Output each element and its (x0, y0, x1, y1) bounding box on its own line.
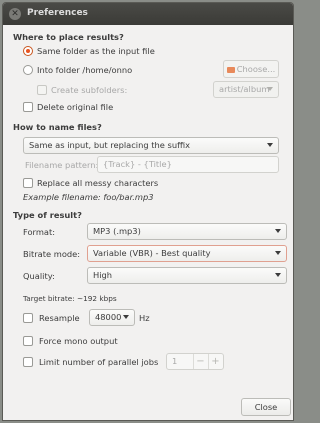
folder-icon (226, 67, 235, 73)
window-title: Preferences (27, 8, 88, 18)
limit-jobs-label: Limit number of parallel jobs (39, 357, 159, 367)
delete-original-label: Delete original file (37, 102, 114, 112)
resample-checkbox[interactable] (23, 313, 33, 323)
quality-select[interactable]: High (87, 267, 287, 284)
force-mono-label: Force mono output (39, 336, 118, 346)
limit-jobs-checkbox[interactable] (23, 357, 33, 367)
create-subfolders-checkbox[interactable] (37, 85, 47, 95)
bitrate-mode-label: Bitrate mode: (23, 249, 81, 259)
title-bar: ✕ Preferences (3, 3, 293, 25)
choose-button-label: Choose... (236, 64, 276, 74)
same-folder-radio[interactable] (23, 46, 33, 56)
plus-icon[interactable]: + (208, 354, 222, 369)
quality-label: Quality: (23, 271, 55, 281)
naming-scheme-value: Same as input, but replacing the suffix (29, 140, 191, 150)
parallel-jobs-value: 1 (172, 356, 178, 366)
bitrate-mode-select[interactable]: Variable (VBR) - Best quality (87, 245, 287, 262)
chevron-down-icon (275, 251, 281, 255)
format-select[interactable]: MP3 (.mp3) (87, 223, 287, 240)
same-folder-label: Same folder as the input file (37, 46, 155, 56)
close-window-icon[interactable]: ✕ (9, 8, 21, 20)
force-mono-checkbox[interactable] (23, 336, 33, 346)
chevron-down-icon (267, 143, 273, 147)
delete-original-checkbox[interactable] (23, 102, 33, 112)
subfolder-pattern-select[interactable]: artist/album (213, 81, 279, 98)
format-label: Format: (23, 227, 56, 237)
naming-scheme-select[interactable]: Same as input, but replacing the suffix (23, 137, 279, 154)
create-subfolders-label: Create subfolders: (51, 85, 128, 95)
example-filename: Example filename: foo/bar.mp3 (23, 192, 154, 202)
format-value: MP3 (.mp3) (93, 226, 141, 236)
filename-pattern-value: {Track} - {Title} (103, 159, 172, 169)
preferences-window: ✕ Preferences Where to place results? Sa… (2, 2, 294, 421)
resample-rate-select[interactable]: 48000 (89, 309, 135, 326)
bitrate-mode-value: Variable (VBR) - Best quality (93, 248, 211, 258)
filename-pattern-label: Filename pattern: (25, 160, 99, 170)
placement-heading: Where to place results? (13, 32, 124, 42)
replace-messy-checkbox[interactable] (23, 178, 33, 188)
subfolder-pattern-value: artist/album (219, 84, 270, 94)
parallel-jobs-spinner[interactable]: 1 − + (166, 353, 224, 370)
resample-label: Resample (39, 313, 80, 323)
replace-messy-label: Replace all messy characters (37, 178, 159, 188)
into-folder-radio[interactable] (23, 65, 33, 75)
minus-icon[interactable]: − (193, 354, 207, 369)
chevron-down-icon (275, 273, 281, 277)
resample-rate-value: 48000 (95, 312, 122, 322)
choose-folder-button[interactable]: Choose... (223, 60, 279, 78)
chevron-down-icon (123, 315, 129, 319)
target-bitrate-text: Target bitrate: ~192 kbps (23, 294, 117, 303)
quality-value: High (93, 270, 113, 280)
filename-pattern-input[interactable]: {Track} - {Title} (97, 156, 279, 173)
resample-unit: Hz (139, 313, 150, 323)
close-button[interactable]: Close (241, 398, 291, 416)
chevron-down-icon (275, 229, 281, 233)
naming-heading: How to name files? (13, 122, 102, 132)
result-type-heading: Type of result? (13, 210, 82, 220)
chevron-down-icon (267, 87, 273, 91)
into-folder-label: Into folder /home/onno (37, 65, 133, 75)
